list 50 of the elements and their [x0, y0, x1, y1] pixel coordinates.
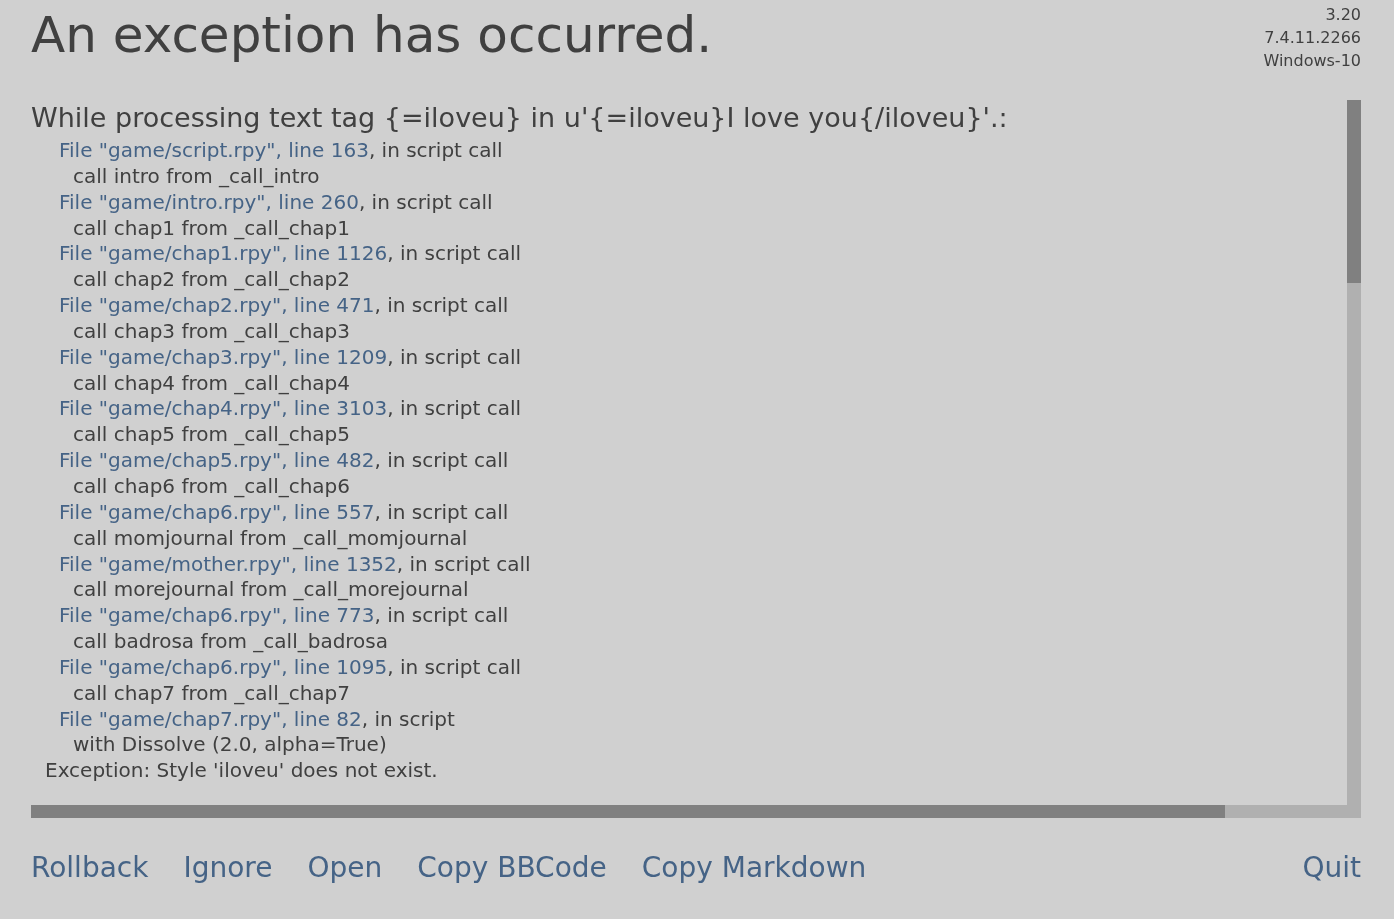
trace-text: , in script call — [358, 189, 493, 214]
file-link[interactable]: File "game/intro.rpy", line 260 — [59, 189, 359, 214]
action-button[interactable]: Copy Markdown — [641, 850, 867, 884]
file-link[interactable]: File "game/chap7.rpy", line 82 — [59, 706, 362, 731]
error-title: An exception has occurred. — [31, 5, 713, 66]
trace-code: call badrosa from _call_badrosa — [72, 629, 390, 655]
trace-text: , in script call — [374, 499, 509, 524]
version-text: 3.20 — [1324, 4, 1361, 26]
version-text: 7.4.11.2266 — [1263, 27, 1361, 49]
trace-text: , in script call — [374, 293, 509, 318]
trace-code: call chap2 from _call_chap2 — [72, 267, 352, 294]
exception-message: Exception: Style 'iloveu' does not exist. — [44, 758, 439, 785]
action-button[interactable]: Ignore — [183, 850, 273, 884]
trace-text: , in script call — [374, 603, 509, 628]
trace-code: call chap1 from _call_chap1 — [72, 215, 352, 242]
file-link[interactable]: File "game/chap4.rpy", line 3103 — [59, 396, 388, 421]
trace-text: , in script call — [368, 138, 503, 162]
trace-text: , in script call — [396, 551, 531, 576]
file-link[interactable]: File "game/mother.rpy", line 1352 — [59, 551, 397, 576]
version-text: Windows-10 — [1263, 50, 1361, 72]
trace-text: , in script — [361, 706, 455, 731]
trace-code: call intro from _call_intro — [72, 163, 321, 190]
file-link[interactable]: File "game/chap6.rpy", line 1095 — [59, 654, 388, 679]
trace-code: call morejournal from _call_morejournal — [72, 577, 470, 604]
trace-text: , in script call — [387, 241, 521, 266]
horizontal-scrollbar[interactable] — [31, 805, 1347, 818]
file-link[interactable]: File "game/chap6.rpy", line 773 — [59, 603, 375, 628]
error-heading: While processing text tag {=iloveu} in u'{=iloveu}I love you{/iloveu}'.: — [31, 101, 1009, 135]
trace-text: , in script call — [387, 396, 521, 421]
trace-text: , in script call — [387, 344, 521, 369]
file-link[interactable]: File "game/chap3.rpy", line 1209 — [59, 344, 388, 369]
quit-button[interactable]: Quit — [1302, 850, 1361, 884]
file-link[interactable]: File "game/chap2.rpy", line 471 — [59, 293, 375, 318]
trace-code: call chap4 from _call_chap4 — [72, 370, 352, 397]
trace-text: , in script call — [374, 448, 509, 473]
file-link[interactable]: File "game/chap6.rpy", line 557 — [59, 499, 375, 524]
vertical-scrollbar[interactable] — [1347, 100, 1361, 818]
trace-code: with Dissolve (2.0, alpha=True) — [72, 732, 388, 759]
action-button[interactable]: Open — [307, 850, 383, 884]
trace-text: , in script call — [387, 654, 521, 679]
trace-code: call momjournal from _call_momjournal — [72, 525, 469, 552]
trace-code: call chap5 from _call_chap5 — [72, 422, 352, 449]
file-link[interactable]: File "game/chap5.rpy", line 482 — [59, 448, 375, 473]
action-button[interactable]: Copy BBCode — [417, 850, 607, 884]
trace-code: call chap6 from _call_chap6 — [72, 473, 352, 500]
file-link[interactable]: File "game/script.rpy", line 163 — [59, 138, 369, 162]
action-button[interactable]: Rollback — [31, 850, 149, 884]
trace-code: call chap3 from _call_chap3 — [72, 318, 352, 345]
trace-code: call chap7 from _call_chap7 — [72, 680, 352, 707]
file-link[interactable]: File "game/chap1.rpy", line 1126 — [59, 241, 388, 266]
